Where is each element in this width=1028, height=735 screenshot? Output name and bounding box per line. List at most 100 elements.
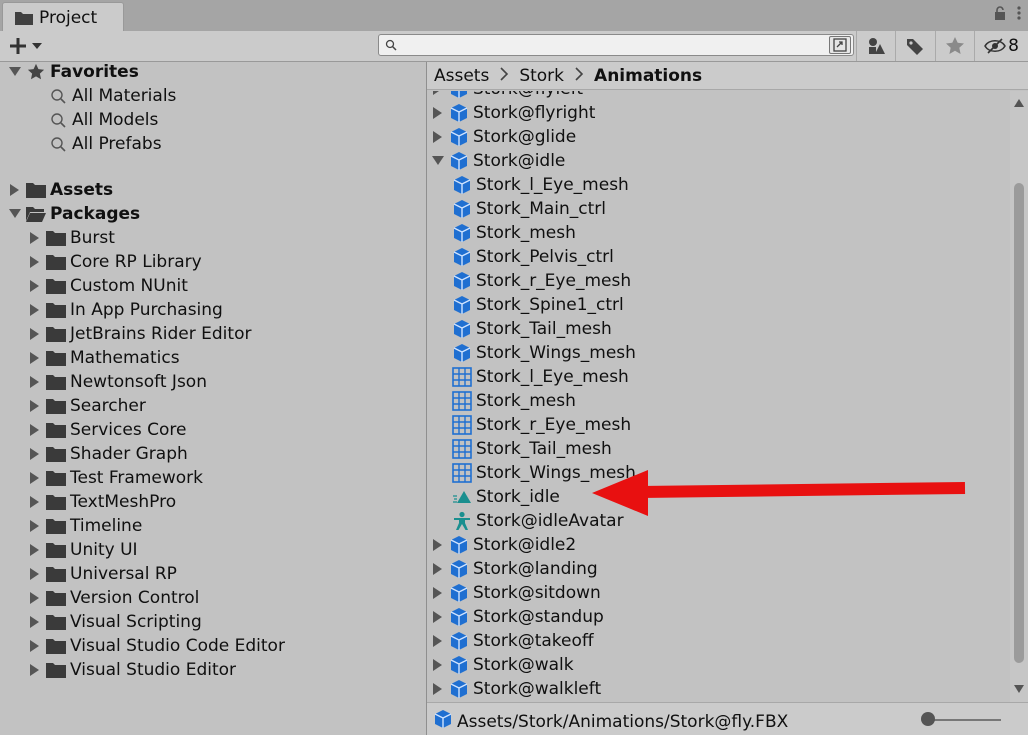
search-input[interactable] bbox=[401, 36, 825, 56]
package-folder-item[interactable]: Mathematics bbox=[28, 346, 180, 370]
asset-item[interactable]: Stork@flyright bbox=[431, 101, 595, 125]
sub-asset-item[interactable]: Stork_Wings_mesh bbox=[452, 461, 636, 485]
chevron-right-icon[interactable] bbox=[28, 424, 42, 436]
chevron-right-icon[interactable] bbox=[431, 683, 445, 695]
chevron-right-icon[interactable] bbox=[431, 635, 445, 647]
sub-asset-item[interactable]: Stork_Pelvis_ctrl bbox=[452, 245, 614, 269]
package-folder-item[interactable]: Unity UI bbox=[28, 538, 138, 562]
package-folder-item[interactable]: Visual Studio Code Editor bbox=[28, 634, 285, 658]
favorite-item[interactable]: All Materials bbox=[48, 84, 176, 108]
asset-item[interactable]: Stork@idle2 bbox=[431, 533, 576, 557]
chevron-right-icon[interactable] bbox=[28, 376, 42, 388]
package-folder-item[interactable]: Visual Studio Editor bbox=[28, 658, 236, 682]
breadcrumb-item[interactable]: Assets bbox=[434, 66, 489, 86]
chevron-right-icon[interactable] bbox=[28, 304, 42, 316]
chevron-right-icon[interactable] bbox=[28, 232, 42, 244]
chevron-right-icon[interactable] bbox=[28, 568, 42, 580]
chevron-down-icon[interactable] bbox=[8, 67, 22, 77]
chevron-right-icon[interactable] bbox=[28, 280, 42, 292]
asset-item[interactable]: Stork@walk bbox=[431, 653, 574, 677]
package-folder-item[interactable]: Services Core bbox=[28, 418, 186, 442]
chevron-right-icon[interactable] bbox=[28, 328, 42, 340]
breadcrumb-item[interactable]: Stork bbox=[519, 66, 564, 86]
sub-asset-item[interactable]: Stork_r_Eye_mesh bbox=[452, 269, 631, 293]
asset-item[interactable]: Stork@standup bbox=[431, 605, 604, 629]
tree-item-assets[interactable]: Assets bbox=[8, 178, 113, 202]
filter-by-type-button[interactable] bbox=[856, 31, 894, 61]
sub-asset-item[interactable]: Stork_mesh bbox=[452, 221, 576, 245]
chevron-right-icon[interactable] bbox=[28, 496, 42, 508]
favorite-item[interactable]: All Models bbox=[48, 108, 158, 132]
sub-asset-item[interactable]: Stork_Tail_mesh bbox=[452, 437, 612, 461]
asset-item[interactable]: Stork@idle bbox=[431, 149, 565, 173]
tree-item-packages[interactable]: Packages bbox=[8, 202, 140, 226]
chevron-right-icon[interactable] bbox=[8, 184, 22, 196]
sub-asset-item[interactable]: Stork_Wings_mesh bbox=[452, 341, 636, 365]
chevron-right-icon[interactable] bbox=[28, 592, 42, 604]
scroll-thumb[interactable] bbox=[1014, 183, 1024, 663]
package-folder-item[interactable]: Core RP Library bbox=[28, 250, 202, 274]
package-folder-item[interactable]: Custom NUnit bbox=[28, 274, 188, 298]
package-folder-item[interactable]: Searcher bbox=[28, 394, 146, 418]
chevron-right-icon[interactable] bbox=[28, 400, 42, 412]
asset-item[interactable]: Stork@walkleft bbox=[431, 677, 601, 701]
chevron-right-icon[interactable] bbox=[28, 616, 42, 628]
filter-by-label-button[interactable] bbox=[895, 31, 933, 61]
package-folder-item[interactable]: Test Framework bbox=[28, 466, 203, 490]
breadcrumb-current[interactable]: Animations bbox=[594, 66, 702, 86]
more-options-icon[interactable] bbox=[1016, 5, 1022, 21]
chevron-right-icon[interactable] bbox=[28, 664, 42, 676]
package-folder-item[interactable]: In App Purchasing bbox=[28, 298, 223, 322]
package-folder-item[interactable]: Newtonsoft Json bbox=[28, 370, 207, 394]
lock-icon[interactable] bbox=[994, 6, 1006, 20]
sub-asset-item[interactable]: Stork_Main_ctrl bbox=[452, 197, 606, 221]
chevron-right-icon[interactable] bbox=[431, 91, 445, 95]
sub-asset-item[interactable]: Stork@idleAvatar bbox=[452, 509, 624, 533]
chevron-right-icon[interactable] bbox=[431, 659, 445, 671]
chevron-right-icon[interactable] bbox=[431, 563, 445, 575]
chevron-right-icon[interactable] bbox=[431, 107, 445, 119]
favorites-filter-button[interactable] bbox=[935, 31, 973, 61]
chevron-right-icon[interactable] bbox=[28, 520, 42, 532]
chevron-right-icon[interactable] bbox=[28, 640, 42, 652]
asset-item[interactable]: Stork@sitdown bbox=[431, 581, 601, 605]
sub-asset-item[interactable]: Stork_Tail_mesh bbox=[452, 317, 612, 341]
chevron-right-icon[interactable] bbox=[431, 587, 445, 599]
chevron-right-icon[interactable] bbox=[28, 472, 42, 484]
icon-size-slider-handle[interactable] bbox=[921, 712, 935, 726]
asset-item[interactable]: Stork@flyleft bbox=[431, 91, 583, 101]
scroll-down-icon[interactable] bbox=[1014, 685, 1024, 693]
chevron-right-icon[interactable] bbox=[431, 131, 445, 143]
package-folder-item[interactable]: TextMeshPro bbox=[28, 490, 176, 514]
icon-size-slider[interactable] bbox=[929, 719, 1001, 721]
hidden-packages-button[interactable]: 8 bbox=[974, 31, 1028, 61]
package-folder-item[interactable]: JetBrains Rider Editor bbox=[28, 322, 251, 346]
favorite-item[interactable]: All Prefabs bbox=[48, 132, 162, 156]
package-folder-item[interactable]: Burst bbox=[28, 226, 115, 250]
search-field[interactable] bbox=[378, 34, 854, 56]
vertical-scrollbar[interactable] bbox=[1010, 91, 1028, 702]
chevron-right-icon[interactable] bbox=[28, 256, 42, 268]
create-button[interactable] bbox=[8, 34, 50, 58]
sub-asset-item[interactable]: Stork_l_Eye_mesh bbox=[452, 365, 629, 389]
sub-asset-item[interactable]: Stork_mesh bbox=[452, 389, 576, 413]
chevron-right-icon[interactable] bbox=[431, 539, 445, 551]
package-folder-item[interactable]: Visual Scripting bbox=[28, 610, 202, 634]
scroll-up-icon[interactable] bbox=[1014, 99, 1024, 107]
advanced-search-button[interactable] bbox=[829, 36, 851, 54]
chevron-right-icon[interactable] bbox=[28, 544, 42, 556]
sub-asset-item[interactable]: Stork_Spine1_ctrl bbox=[452, 293, 624, 317]
asset-item[interactable]: Stork@glide bbox=[431, 125, 576, 149]
package-folder-item[interactable]: Version Control bbox=[28, 586, 199, 610]
favorites-header[interactable]: Favorites bbox=[8, 60, 139, 84]
chevron-down-icon[interactable] bbox=[8, 209, 22, 219]
asset-item[interactable]: Stork@takeoff bbox=[431, 629, 594, 653]
package-folder-item[interactable]: Timeline bbox=[28, 514, 142, 538]
sub-asset-item[interactable]: Stork_r_Eye_mesh bbox=[452, 413, 631, 437]
chevron-right-icon[interactable] bbox=[28, 352, 42, 364]
sub-asset-item[interactable]: Stork_idle bbox=[452, 485, 560, 509]
chevron-right-icon[interactable] bbox=[28, 448, 42, 460]
package-folder-item[interactable]: Universal RP bbox=[28, 562, 177, 586]
sub-asset-item[interactable]: Stork_l_Eye_mesh bbox=[452, 173, 629, 197]
package-folder-item[interactable]: Shader Graph bbox=[28, 442, 188, 466]
